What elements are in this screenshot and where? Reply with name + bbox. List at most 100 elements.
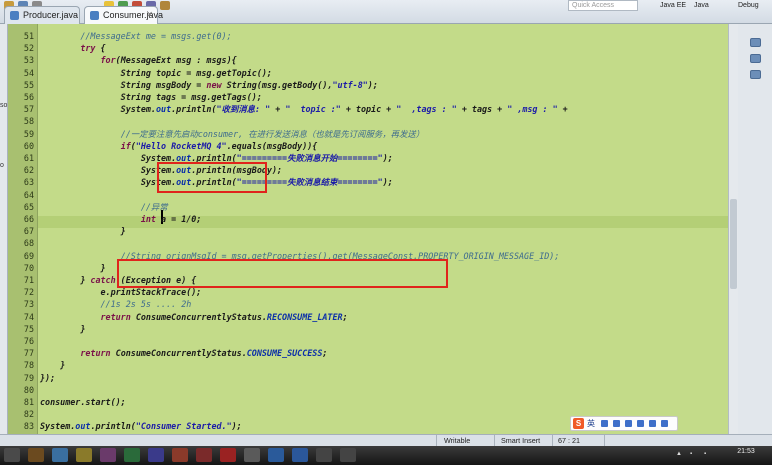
- ime-moon-icon[interactable]: [601, 420, 608, 427]
- annotation-box-exception: [157, 162, 267, 193]
- line-number: 54: [23, 67, 34, 78]
- editor-tab-bar: Quick Access Java EE Java Debug Producer…: [0, 0, 772, 24]
- line-number: 56: [23, 92, 34, 102]
- line-number: 65: [23, 201, 34, 212]
- code-line: return ConsumeConcurrentlyStatus.RECONSU…: [100, 311, 348, 322]
- line-number: 68: [23, 238, 34, 249]
- vertical-scrollbar[interactable]: [728, 24, 738, 434]
- left-strip-label: o: [0, 162, 4, 169]
- taskbar-app-icon[interactable]: [292, 448, 308, 462]
- taskbar-app-icon[interactable]: [76, 448, 92, 462]
- perspective-debug[interactable]: Debug: [738, 0, 759, 11]
- outline-view-icon[interactable]: [750, 38, 761, 47]
- line-number: 79: [23, 372, 34, 383]
- line-number: 62: [23, 165, 34, 176]
- taskbar-app-icon[interactable]: [172, 448, 188, 462]
- left-strip-label: so: [0, 102, 8, 109]
- code-line: //1s 2s 5s .... 2h: [100, 299, 192, 310]
- line-number: 63: [23, 177, 34, 188]
- tab-producer-java[interactable]: Producer.java: [4, 6, 80, 24]
- windows-taskbar: ▲ ▪ ▪ 21:53: [0, 446, 772, 465]
- status-bar: Writable Smart Insert 67 : 21: [0, 434, 772, 447]
- line-number: 80: [23, 384, 34, 395]
- close-tab-icon[interactable]: ✕: [146, 10, 153, 19]
- line-number: 75: [23, 323, 34, 334]
- code-line: //一定要注意先启动consumer, 在进行发送消息（也就是先订阅服务，再发送…: [120, 128, 425, 139]
- code-line: String tags = msg.getTags();: [40, 92, 262, 102]
- code-editor[interactable]: //MessageExt me = msgs.get(0); try { for…: [38, 24, 728, 434]
- taskbar-app-icon[interactable]: [316, 448, 332, 462]
- task-list-icon[interactable]: [750, 54, 761, 63]
- line-number: 69: [23, 250, 34, 261]
- tab-label: Consumer.java: [103, 10, 164, 20]
- code-line: }: [40, 262, 106, 273]
- line-number: 78: [23, 360, 34, 371]
- perspective-java[interactable]: Java: [694, 0, 709, 11]
- line-number: 74: [23, 311, 34, 322]
- line-number: 64: [23, 189, 34, 200]
- taskbar-app-icon[interactable]: [124, 448, 140, 462]
- ime-toolbar[interactable]: S 英: [570, 416, 678, 431]
- tray-icon[interactable]: ▪: [690, 451, 692, 457]
- taskbar-app-icon[interactable]: [100, 448, 116, 462]
- line-number: 59: [23, 128, 34, 139]
- status-writable: Writable: [444, 436, 471, 445]
- minimize-icon[interactable]: [750, 70, 761, 79]
- line-number: 81: [23, 397, 34, 407]
- tab-label: Producer.java: [23, 10, 79, 20]
- taskbar-app-icon[interactable]: [220, 448, 236, 462]
- line-number: 53: [23, 55, 34, 66]
- code-line: return ConsumeConcurrentlyStatus.CONSUME…: [80, 348, 328, 359]
- line-number: 57: [23, 104, 34, 115]
- annotation-box-reconsume: [117, 259, 448, 288]
- taskbar-app-icon[interactable]: [340, 448, 356, 462]
- code-line: for(MessageExt msg : msgs){: [100, 55, 237, 66]
- taskbar-app-icon[interactable]: [268, 448, 284, 462]
- line-number-gutter: 51 52 53 54 55 56 57 58 59 60 61 62 63 64 65 66 67 68 69 70…: [8, 24, 38, 434]
- right-trim-panel: [738, 24, 772, 434]
- code-line: //MessageExt me = msgs.get(0);: [80, 31, 232, 41]
- ime-skin-icon[interactable]: [649, 420, 656, 427]
- code-line: System.out.println("Consumer Started.");: [40, 421, 242, 432]
- code-line: if("Hello RocketMQ 4".equals(msgBody)){: [120, 140, 318, 151]
- tray-icon[interactable]: ▪: [704, 451, 706, 457]
- java-file-icon: [10, 11, 19, 20]
- ime-voice-icon[interactable]: [625, 420, 632, 427]
- toolbar-icon[interactable]: [160, 1, 170, 10]
- taskbar-app-icon[interactable]: [196, 448, 212, 462]
- ime-keyboard-icon[interactable]: [637, 420, 644, 427]
- ime-punctuation-icon[interactable]: [613, 420, 620, 427]
- line-number: 72: [23, 287, 34, 298]
- line-number: 55: [23, 79, 34, 90]
- code-line: //异常: [140, 201, 168, 212]
- code-line: String topic = msg.getTopic();: [40, 67, 272, 78]
- code-line: System.out.println("收到消息: " + " topic :"…: [40, 104, 568, 115]
- code-line: consumer.start();: [40, 397, 126, 407]
- quick-access-field[interactable]: Quick Access: [568, 0, 638, 11]
- tab-consumer-java[interactable]: Consumer.java ✕: [84, 6, 163, 24]
- ime-language-label[interactable]: 英: [587, 418, 595, 429]
- taskbar-app-icon[interactable]: [28, 448, 44, 462]
- code-line: String msgBody = new String(msg.getBody(…: [40, 79, 378, 90]
- line-number: 76: [23, 336, 34, 346]
- status-cursor-position: 67 : 21: [558, 436, 580, 445]
- tray-icon[interactable]: ▲: [676, 451, 682, 457]
- status-insert-mode: Smart Insert: [501, 436, 541, 445]
- line-number: 77: [23, 348, 34, 359]
- line-number: 70: [23, 262, 34, 273]
- line-number: 66: [23, 214, 34, 224]
- start-button-icon[interactable]: [4, 448, 20, 462]
- code-line: }: [40, 323, 86, 334]
- line-number: 58: [23, 116, 34, 127]
- ime-settings-icon[interactable]: [661, 420, 668, 427]
- perspective-java-ee[interactable]: Java EE: [660, 0, 686, 11]
- taskbar-clock[interactable]: 21:53: [722, 448, 770, 455]
- scrollbar-thumb[interactable]: [730, 199, 737, 289]
- taskbar-app-icon[interactable]: [52, 448, 68, 462]
- taskbar-app-icon[interactable]: [244, 448, 260, 462]
- taskbar-app-icon[interactable]: [148, 448, 164, 462]
- line-number: 51: [23, 31, 34, 41]
- line-number: 52: [23, 43, 34, 54]
- left-panel-strip: so o: [0, 24, 8, 434]
- line-number: 71: [23, 275, 34, 285]
